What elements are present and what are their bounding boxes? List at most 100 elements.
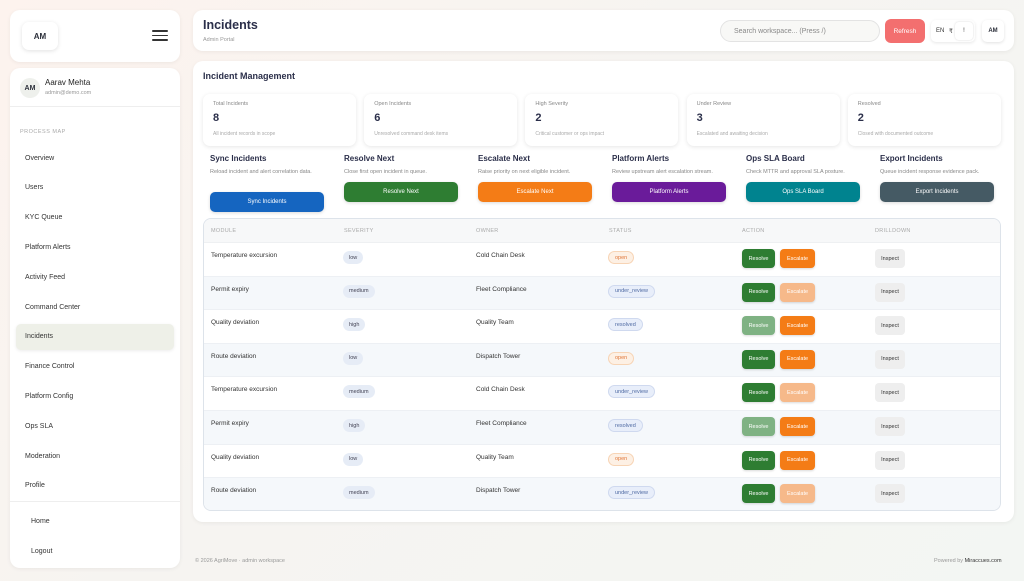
inspect-button[interactable]: Inspect — [875, 249, 905, 268]
sidebar-item-overview[interactable]: Overview — [16, 145, 174, 171]
severity-badge: medium — [343, 486, 375, 500]
sidebar-item-profile[interactable]: Profile — [16, 473, 174, 499]
ops-sla-board-button[interactable]: Ops SLA Board — [746, 182, 860, 202]
module-cell: Temperature excursion — [211, 252, 278, 259]
severity-badge: low — [343, 351, 364, 365]
sidebar-item-platform-config[interactable]: Platform Config — [16, 383, 174, 409]
stat-value: 2 — [857, 112, 864, 124]
sidebar-item-incidents[interactable]: Incidents — [16, 323, 174, 350]
brand-card: AM — [10, 10, 180, 62]
sidebar-item-ops-sla[interactable]: Ops SLA — [16, 413, 174, 439]
quick-action-description: Check MTTR and approval SLA posture. — [746, 169, 845, 175]
export-incidents-button[interactable]: Export Incidents — [880, 182, 994, 202]
inspect-button[interactable]: Inspect — [875, 450, 905, 470]
inspect-button[interactable]: Inspect — [875, 282, 905, 302]
inspect-button[interactable]: Inspect — [875, 417, 905, 436]
owner-cell: Cold Chain Desk — [476, 252, 525, 259]
owner-cell: Fleet Compliance — [476, 285, 527, 293]
stat-card: High Severity 2 Critical customer or ops i… — [525, 94, 679, 146]
platform-alerts-button[interactable]: Platform Alerts — [612, 182, 726, 202]
stat-label: Resolved — [857, 101, 881, 107]
escalate-button[interactable]: Escalate — [780, 450, 815, 470]
footer-copyright: © 2026 AgriMove · admin workspace — [195, 558, 285, 564]
escalate-button[interactable]: Escalate — [780, 417, 815, 436]
quick-action-title: Resolve Next — [344, 154, 395, 163]
inspect-button[interactable]: Inspect — [875, 383, 905, 403]
escalate-button[interactable]: Escalate — [780, 316, 815, 336]
stat-card: Total Incidents 8 All incident records in … — [203, 94, 356, 146]
column-header-action: ACTION — [742, 228, 765, 234]
table-row: Quality deviation high Quality Team resolve… — [204, 310, 1000, 344]
sidebar-item-kyc-queue[interactable]: KYC Queue — [16, 205, 174, 231]
search-input[interactable]: Search workspace... (Press /) — [720, 20, 880, 42]
severity-badge: low — [343, 251, 364, 264]
resolve-button[interactable]: Resolve — [742, 349, 775, 369]
sidebar-item-moderation[interactable]: Moderation — [16, 443, 174, 469]
escalate-button[interactable]: Escalate — [780, 484, 815, 504]
section-title: Incident Management — [203, 71, 296, 81]
owner-cell: Dispatch Tower — [476, 352, 521, 360]
info-icon[interactable]: ! — [955, 22, 973, 40]
stat-label: Total Incidents — [213, 101, 249, 107]
stat-label: High Severity — [535, 101, 569, 107]
table-row: Temperature excursion medium Cold Chain De… — [204, 377, 1000, 411]
incidents-table: MODULE SEVERITY OWNER STATUS ACTION DRIL… — [203, 218, 1001, 511]
divider — [10, 501, 180, 502]
status-badge: resolved — [608, 419, 643, 432]
column-header-severity: SEVERITY — [344, 228, 374, 234]
table-row: Route deviation medium Dispatch Tower under… — [204, 478, 1000, 510]
owner-cell: Quality Team — [476, 319, 514, 327]
resolve-button[interactable]: Resolve — [742, 484, 775, 504]
divider — [10, 106, 180, 107]
resolve-button[interactable]: Resolve — [742, 249, 775, 268]
sidebar: AM Aarav Mehta admin@demo.com PROCESS MA… — [10, 68, 180, 568]
refresh-button[interactable]: Refresh — [885, 19, 925, 43]
escalate-button[interactable]: Escalate — [780, 249, 815, 268]
language-selector[interactable]: EN ₹ ! — [931, 20, 975, 42]
footer-brand-link[interactable]: Miraccues.com — [965, 558, 1002, 564]
stat-description: Critical customer or ops impact — [535, 131, 605, 137]
resolve-button[interactable]: Resolve — [742, 450, 775, 470]
sidebar-item-activity-feed[interactable]: Activity Feed — [16, 264, 174, 290]
sidebar-item-home[interactable]: Home — [16, 508, 174, 534]
column-header-drilldown: DRILLDOWN — [875, 228, 911, 234]
currency-icon: ₹ — [949, 29, 953, 35]
resolve-button[interactable]: Resolve — [742, 316, 775, 336]
column-header-module: MODULE — [211, 228, 237, 234]
sidebar-item-finance-control[interactable]: Finance Control — [16, 354, 174, 380]
escalate-button[interactable]: Escalate — [780, 349, 815, 369]
resolve-button[interactable]: Resolve — [742, 282, 775, 302]
sync-incidents-button[interactable]: Sync Incidents — [210, 192, 324, 212]
header-avatar[interactable]: AM — [982, 20, 1004, 42]
sidebar-item-platform-alerts[interactable]: Platform Alerts — [16, 234, 174, 260]
escalate-button[interactable]: Escalate — [780, 282, 815, 302]
user-card[interactable]: AM Aarav Mehta admin@demo.com — [20, 76, 170, 106]
module-cell: Permit expiry — [211, 420, 249, 427]
inspect-button[interactable]: Inspect — [875, 349, 905, 369]
resolve-next-button[interactable]: Resolve Next — [344, 182, 458, 202]
sidebar-item-command-center[interactable]: Command Center — [16, 294, 174, 320]
user-email: admin@demo.com — [45, 90, 92, 96]
inspect-button[interactable]: Inspect — [875, 484, 905, 504]
sidebar-item-users[interactable]: Users — [16, 175, 174, 201]
quick-action-description: Reload incident and alert correlation da… — [210, 169, 312, 175]
stat-value: 3 — [696, 112, 703, 124]
logo[interactable]: AM — [22, 22, 58, 50]
escalate-button[interactable]: Escalate — [780, 383, 815, 403]
table-row: Permit expiry medium Fleet Compliance under… — [204, 276, 1000, 311]
sidebar-item-logout[interactable]: Logout — [16, 538, 174, 564]
escalate-next-button[interactable]: Escalate Next — [478, 182, 592, 202]
stat-card: Open Incidents 6 Unresolved command desk i… — [364, 94, 518, 146]
module-cell: Quality deviation — [211, 453, 260, 461]
column-header-status: STATUS — [609, 228, 632, 234]
stat-value: 6 — [374, 112, 381, 124]
owner-cell: Dispatch Tower — [476, 487, 521, 495]
table-row: Permit expiry high Fleet Compliance resolve… — [204, 411, 1000, 445]
resolve-button[interactable]: Resolve — [742, 417, 775, 436]
menu-icon[interactable] — [152, 30, 168, 41]
page-subtitle: Admin Portal — [203, 37, 235, 43]
resolve-button[interactable]: Resolve — [742, 383, 775, 403]
table-row: Quality deviation low Quality Team open Reso… — [204, 445, 1000, 479]
inspect-button[interactable]: Inspect — [875, 316, 905, 336]
stat-description: Escalated and awaiting decision — [696, 131, 768, 137]
